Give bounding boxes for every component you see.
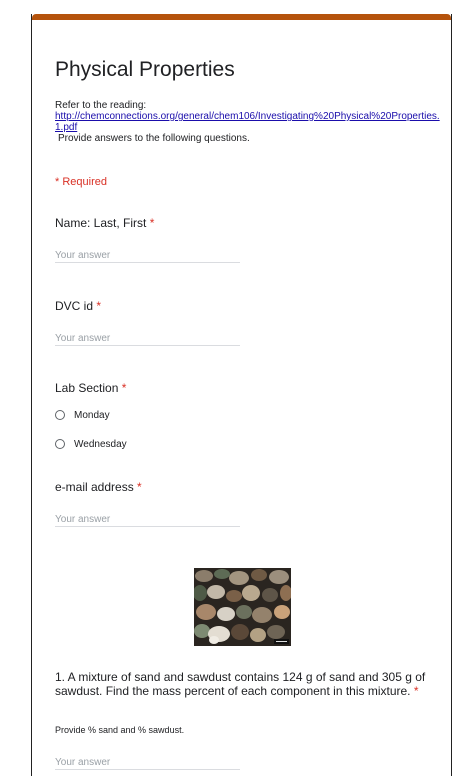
reading-link[interactable]: http://chemconnections.org/general/chem1… [55, 111, 440, 133]
name-input[interactable] [55, 248, 240, 263]
dvc-id-input[interactable] [55, 331, 240, 346]
lab-section-option-wednesday[interactable]: Wednesday [55, 436, 127, 452]
email-required-mark: * [137, 480, 142, 494]
question-1-label: 1. A mixture of sand and sawdust contain… [55, 670, 447, 698]
question-1-required-mark: * [413, 684, 419, 698]
option-label: Monday [74, 409, 110, 421]
form-description: Refer to the reading: http://chemconnect… [55, 100, 440, 144]
lab-section-label-text: Lab Section [55, 381, 119, 395]
required-note: * Required [55, 176, 107, 188]
dvc-id-label-text: DVC id [55, 299, 94, 313]
description-outro: Provide answers to the following questio… [58, 133, 250, 144]
email-question-label: e-mail address * [55, 480, 142, 494]
sand-sawdust-image [194, 568, 291, 646]
name-question-label: Name: Last, First * [55, 216, 154, 230]
name-required-mark: * [149, 216, 155, 230]
question-1-text: 1. A mixture of sand and sawdust contain… [55, 670, 426, 698]
lab-section-required-mark: * [121, 381, 127, 395]
question-1-input[interactable] [55, 755, 240, 770]
name-label-text: Name: Last, First [55, 216, 147, 230]
lab-section-question-label: Lab Section * [55, 381, 126, 395]
radio-button-icon[interactable] [55, 439, 65, 449]
dvc-id-question-label: DVC id * [55, 299, 101, 313]
form-card: Physical Properties Refer to the reading… [31, 14, 452, 776]
page: Physical Properties Refer to the reading… [0, 0, 454, 776]
radio-button-icon[interactable] [55, 410, 65, 420]
option-label: Wednesday [74, 438, 127, 450]
question-1-help-text: Provide % sand and % sawdust. [55, 725, 185, 735]
lab-section-option-monday[interactable]: Monday [55, 407, 110, 423]
form-accent-bar [32, 14, 451, 20]
description-intro: Refer to the reading: [55, 100, 147, 111]
email-label-text: e-mail address [55, 480, 134, 494]
dvc-id-required-mark: * [96, 299, 102, 313]
form-title: Physical Properties [55, 58, 235, 81]
email-input[interactable] [55, 512, 240, 527]
